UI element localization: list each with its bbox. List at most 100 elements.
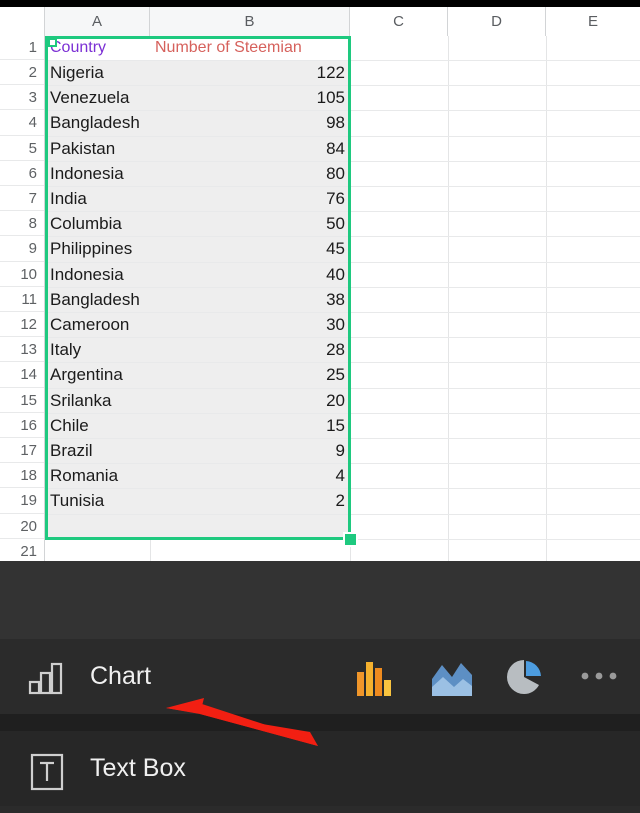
cell-b5[interactable]: 84 <box>150 136 350 161</box>
cell-b10[interactable]: 40 <box>150 262 350 287</box>
spreadsheet-app-screen: A B C D E 1 2 3 4 5 6 7 8 9 10 11 12 13 14 15 16 17 18 19 2… <box>0 0 640 813</box>
cell-a13[interactable]: Italy <box>45 338 150 363</box>
table-row[interactable]: Country Number of Steemian <box>45 36 640 61</box>
select-all-corner[interactable] <box>0 7 45 36</box>
cell-a4[interactable]: Bangladesh <box>45 111 150 136</box>
column-header-c[interactable]: C <box>350 7 448 36</box>
pie-chart-icon[interactable] <box>505 658 545 698</box>
row-number-16[interactable]: 16 <box>0 414 44 438</box>
cell-b11[interactable]: 38 <box>150 287 350 312</box>
cell-b7[interactable]: 76 <box>150 187 350 212</box>
row-number-1[interactable]: 1 <box>0 36 44 60</box>
column-header-d[interactable]: D <box>448 7 546 36</box>
row-number-9[interactable]: 9 <box>0 237 44 262</box>
cell-b8[interactable]: 50 <box>150 212 350 237</box>
cell-b12[interactable]: 30 <box>150 313 350 338</box>
row-number-3[interactable]: 3 <box>0 86 44 111</box>
table-row[interactable]: Romania 4 <box>45 464 640 490</box>
area-chart-icon[interactable] <box>430 659 474 697</box>
chart-annotation-arrow <box>160 690 330 755</box>
row-number-4[interactable]: 4 <box>0 111 44 136</box>
column-header-b[interactable]: B <box>150 7 350 36</box>
table-row[interactable]: Philippines 45 <box>45 237 640 263</box>
table-row[interactable]: Cameroon 30 <box>45 313 640 339</box>
cell-a15[interactable]: Srilanka <box>45 388 150 413</box>
bar-chart-outline-icon <box>26 660 68 696</box>
spreadsheet-grid-area[interactable]: A B C D E 1 2 3 4 5 6 7 8 9 10 11 12 13 14 15 16 17 18 19 2… <box>0 7 640 565</box>
cell-b17[interactable]: 9 <box>150 439 350 464</box>
cell-b15[interactable]: 20 <box>150 388 350 413</box>
row-number-17[interactable]: 17 <box>0 439 44 464</box>
table-row[interactable]: Tunisia 2 <box>45 489 640 515</box>
column-header-a[interactable]: A <box>45 7 150 36</box>
row-number-5[interactable]: 5 <box>0 137 44 161</box>
row-number-19[interactable]: 19 <box>0 489 44 514</box>
table-row[interactable]: Indonesia 80 <box>45 161 640 187</box>
row-number-6[interactable]: 6 <box>0 162 44 186</box>
table-row[interactable]: Bangladesh 38 <box>45 287 640 313</box>
cell-b6[interactable]: 80 <box>150 161 350 186</box>
row-number-2[interactable]: 2 <box>0 61 44 86</box>
table-row[interactable]: India 76 <box>45 187 640 213</box>
cell-a17[interactable]: Brazil <box>45 439 150 464</box>
row-number-8[interactable]: 8 <box>0 212 44 237</box>
cell-a7[interactable]: India <box>45 187 150 212</box>
cell-b4[interactable]: 98 <box>150 111 350 136</box>
row-number-7[interactable]: 7 <box>0 187 44 212</box>
table-row[interactable]: Bangladesh 98 <box>45 111 640 137</box>
cell-b3[interactable]: 105 <box>150 86 350 111</box>
cell-a12[interactable]: Cameroon <box>45 313 150 338</box>
column-header-e[interactable]: E <box>546 7 640 36</box>
row-number-20[interactable]: 20 <box>0 515 44 539</box>
cell-b18[interactable]: 4 <box>150 464 350 489</box>
cell-grid[interactable]: Country Number of Steemian Nigeria 122 Venez… <box>45 36 640 565</box>
cell-a5[interactable]: Pakistan <box>45 136 150 161</box>
cell-b9[interactable]: 45 <box>150 237 350 262</box>
cell-b20[interactable] <box>150 514 350 539</box>
table-row[interactable]: Indonesia 40 <box>45 262 640 288</box>
selection-handle-top-left[interactable] <box>48 38 57 47</box>
cell-a9[interactable]: Philippines <box>45 237 150 262</box>
more-options-icon[interactable] <box>580 670 620 682</box>
cell-a2[interactable]: Nigeria <box>45 61 150 86</box>
column-chart-icon[interactable] <box>355 659 395 697</box>
menu-item-text-box-label: Text Box <box>90 754 186 782</box>
cell-a19[interactable]: Tunisia <box>45 489 150 514</box>
cell-a11[interactable]: Bangladesh <box>45 287 150 312</box>
cell-a18[interactable]: Romania <box>45 464 150 489</box>
cell-b16[interactable]: 15 <box>150 413 350 438</box>
cell-a10[interactable]: Indonesia <box>45 262 150 287</box>
cell-b14[interactable]: 25 <box>150 363 350 388</box>
cell-b13[interactable]: 28 <box>150 338 350 363</box>
table-row[interactable]: Srilanka 20 <box>45 388 640 414</box>
cell-a8[interactable]: Columbia <box>45 212 150 237</box>
cell-b2[interactable]: 122 <box>150 61 350 86</box>
row-number-12[interactable]: 12 <box>0 313 44 338</box>
table-row[interactable]: Columbia 50 <box>45 212 640 238</box>
row-number-11[interactable]: 11 <box>0 288 44 312</box>
row-number-18[interactable]: 18 <box>0 464 44 489</box>
table-row[interactable]: Nigeria 122 <box>45 61 640 87</box>
table-row[interactable]: Italy 28 <box>45 338 640 364</box>
row-number-14[interactable]: 14 <box>0 363 44 388</box>
cell-a14[interactable]: Argentina <box>45 363 150 388</box>
row-number-13[interactable]: 13 <box>0 338 44 363</box>
row-number-gutter: 1 2 3 4 5 6 7 8 9 10 11 12 13 14 15 16 17 18 19 20 21 <box>0 36 45 564</box>
table-row[interactable]: Venezuela 105 <box>45 86 640 112</box>
cell-a16[interactable]: Chile <box>45 413 150 438</box>
cell-a3[interactable]: Venezuela <box>45 86 150 111</box>
selection-handle-bottom-right[interactable] <box>343 531 358 547</box>
cell-b1[interactable]: Number of Steemian <box>150 36 350 60</box>
table-row[interactable]: Pakistan 84 <box>45 136 640 162</box>
status-bar-strip <box>0 0 640 7</box>
row-number-10[interactable]: 10 <box>0 263 44 287</box>
cell-a1[interactable]: Country <box>45 36 150 60</box>
cell-a20[interactable] <box>45 514 150 539</box>
menu-item-chart-label: Chart <box>90 662 152 690</box>
table-row[interactable]: Chile 15 <box>45 413 640 439</box>
table-row[interactable]: Brazil 9 <box>45 439 640 465</box>
row-number-15[interactable]: 15 <box>0 389 44 413</box>
cell-a6[interactable]: Indonesia <box>45 161 150 186</box>
cell-b19[interactable]: 2 <box>150 489 350 514</box>
table-row[interactable]: Argentina 25 <box>45 363 640 389</box>
